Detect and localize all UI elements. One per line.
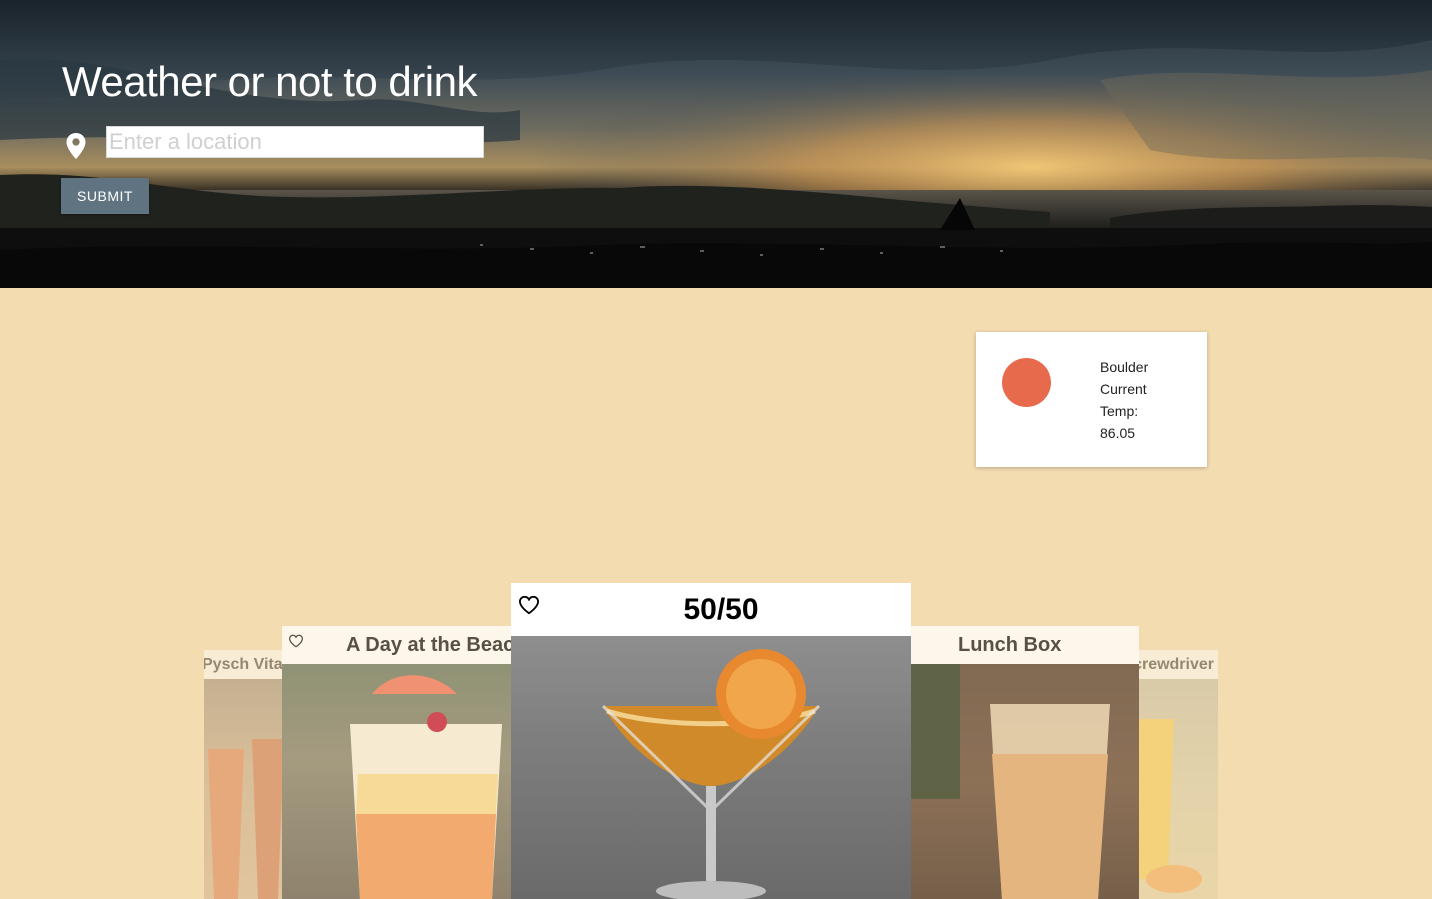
weather-card: Boulder Current Temp: 86.05 — [976, 332, 1207, 467]
drink-image — [511, 636, 911, 899]
drink-title: 50/50 — [683, 593, 759, 626]
weather-label-temp: Temp: — [1100, 403, 1139, 419]
weather-temp-value: 86.05 — [1100, 425, 1136, 441]
weather-city: Boulder — [1100, 359, 1149, 375]
heart-outline-icon[interactable] — [288, 634, 304, 648]
map-pin-icon — [66, 133, 86, 159]
hero-banner: Weather or not to drink SUBMIT — [0, 0, 1432, 288]
page-title: Weather or not to drink — [62, 58, 477, 105]
weather-info: Boulder Current Temp: 86.05 — [1100, 356, 1190, 444]
location-input[interactable] — [106, 126, 484, 158]
drink-title: A Day at the Beach — [346, 634, 527, 656]
drink-title: Lunch Box — [958, 634, 1062, 656]
submit-button[interactable]: SUBMIT — [61, 178, 149, 214]
drink-card-active[interactable]: 50/50 — [511, 583, 911, 899]
weather-indicator-icon — [1002, 358, 1051, 407]
weather-label-current: Current — [1100, 381, 1147, 397]
card-header: 50/50 — [511, 583, 911, 636]
